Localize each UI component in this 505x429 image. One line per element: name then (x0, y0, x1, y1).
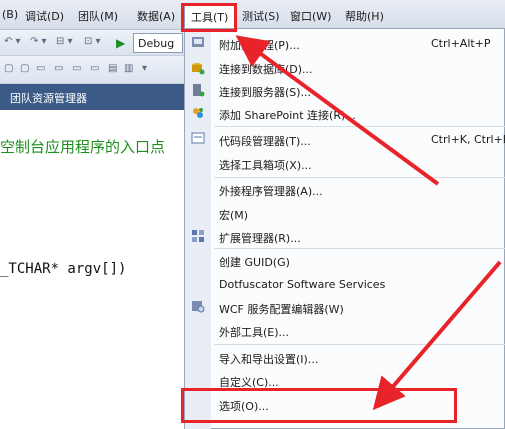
arrow-to-options (372, 260, 502, 411)
arrow-to-tools (235, 35, 440, 186)
annotation-arrows (235, 35, 502, 411)
